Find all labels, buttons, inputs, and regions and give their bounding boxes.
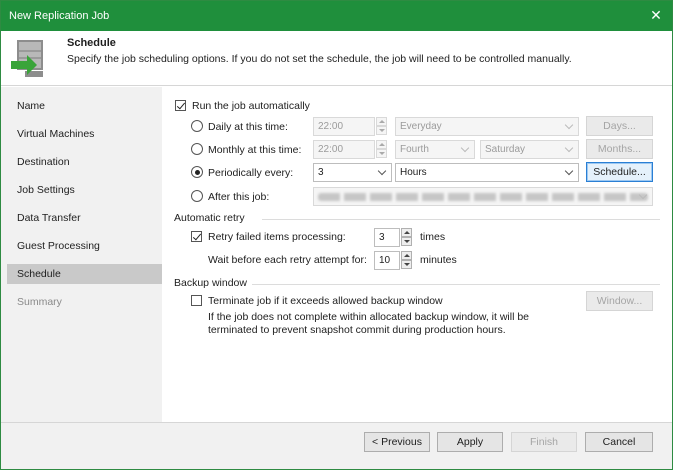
daily-time-input[interactable]: 22:00 [313,117,375,136]
monthly-week-dropdown[interactable]: Fourth [395,140,475,159]
step-guest-processing[interactable]: Guest Processing [7,236,162,256]
backup-window-section-label: Backup window [174,277,247,289]
header-description: Specify the job scheduling options. If y… [67,53,572,65]
step-job-settings[interactable]: Job Settings [7,180,162,200]
after-job-label: After this job: [208,191,270,203]
automatic-retry-section-label: Automatic retry [174,212,245,224]
retry-count-input[interactable]: 3 [374,228,400,247]
header-title: Schedule [67,37,116,49]
daily-radio[interactable] [191,120,203,132]
schedule-button[interactable]: Schedule... [586,162,653,182]
step-destination[interactable]: Destination [7,152,162,172]
chevron-down-icon [564,166,574,176]
window-button[interactable]: Window... [586,291,653,311]
apply-button[interactable]: Apply [437,432,503,452]
run-automatically-label: Run the job automatically [192,100,310,112]
cancel-button[interactable]: Cancel [585,432,653,452]
chevron-down-icon [460,143,470,153]
schedule-content: Run the job automatically Daily at this … [162,87,672,422]
wizard-steps-sidebar: Name Virtual Machines Destination Job Se… [1,87,162,422]
chevron-down-icon [564,143,574,153]
daily-time-spinner[interactable] [376,117,387,136]
period-unit-dropdown[interactable]: Hours [395,163,579,182]
wait-unit-label: minutes [420,254,457,266]
step-summary: Summary [17,296,62,308]
chevron-down-icon [564,120,574,130]
close-icon[interactable]: ✕ [648,7,664,23]
wizard-footer: < Previous Apply Finish Cancel [1,422,672,469]
months-button[interactable]: Months... [586,139,653,159]
periodically-radio[interactable] [191,166,203,178]
monthly-time-input[interactable]: 22:00 [313,140,375,159]
title-bar: New Replication Job ✕ [1,1,672,31]
blurred-job-name [318,193,648,201]
finish-button[interactable]: Finish [511,432,577,452]
backup-window-divider [252,284,660,285]
periodically-label: Periodically every: [208,167,294,179]
wait-label: Wait before each retry attempt for: [208,254,367,266]
monthly-day-dropdown[interactable]: Saturday [480,140,579,159]
step-virtual-machines[interactable]: Virtual Machines [7,124,162,144]
window-title: New Replication Job [9,10,110,22]
run-automatically-checkbox[interactable] [175,100,186,111]
terminate-job-label: Terminate job if it exceeds allowed back… [208,295,443,307]
period-value-dropdown[interactable]: 3 [313,163,392,182]
days-button[interactable]: Days... [586,116,653,136]
step-schedule[interactable]: Schedule [7,264,162,284]
step-name[interactable]: Name [7,96,162,116]
backup-window-note: If the job does not complete within allo… [208,311,530,336]
retry-failed-checkbox[interactable] [191,231,202,242]
wizard-header: Schedule Specify the job scheduling opti… [1,31,672,86]
terminate-job-checkbox[interactable] [191,295,202,306]
new-replication-job-window: New Replication Job ✕ Schedule Specify t… [0,0,673,470]
monthly-radio[interactable] [191,143,203,155]
retry-unit-label: times [420,231,446,243]
wait-minutes-spinner[interactable] [401,251,412,270]
daily-frequency-dropdown[interactable]: Everyday [395,117,579,136]
monthly-time-spinner[interactable] [376,140,387,159]
automatic-retry-divider [262,219,660,220]
schedule-wizard-icon [11,40,43,77]
retry-failed-label: Retry failed items processing: [208,231,346,243]
after-job-radio[interactable] [191,190,203,202]
chevron-down-icon [377,166,387,176]
retry-count-spinner[interactable] [401,228,412,247]
wait-minutes-input[interactable]: 10 [374,251,400,270]
after-job-dropdown[interactable] [313,187,653,206]
step-data-transfer[interactable]: Data Transfer [7,208,162,228]
monthly-label: Monthly at this time: [208,144,302,156]
daily-label: Daily at this time: [208,121,288,133]
previous-button[interactable]: < Previous [364,432,430,452]
